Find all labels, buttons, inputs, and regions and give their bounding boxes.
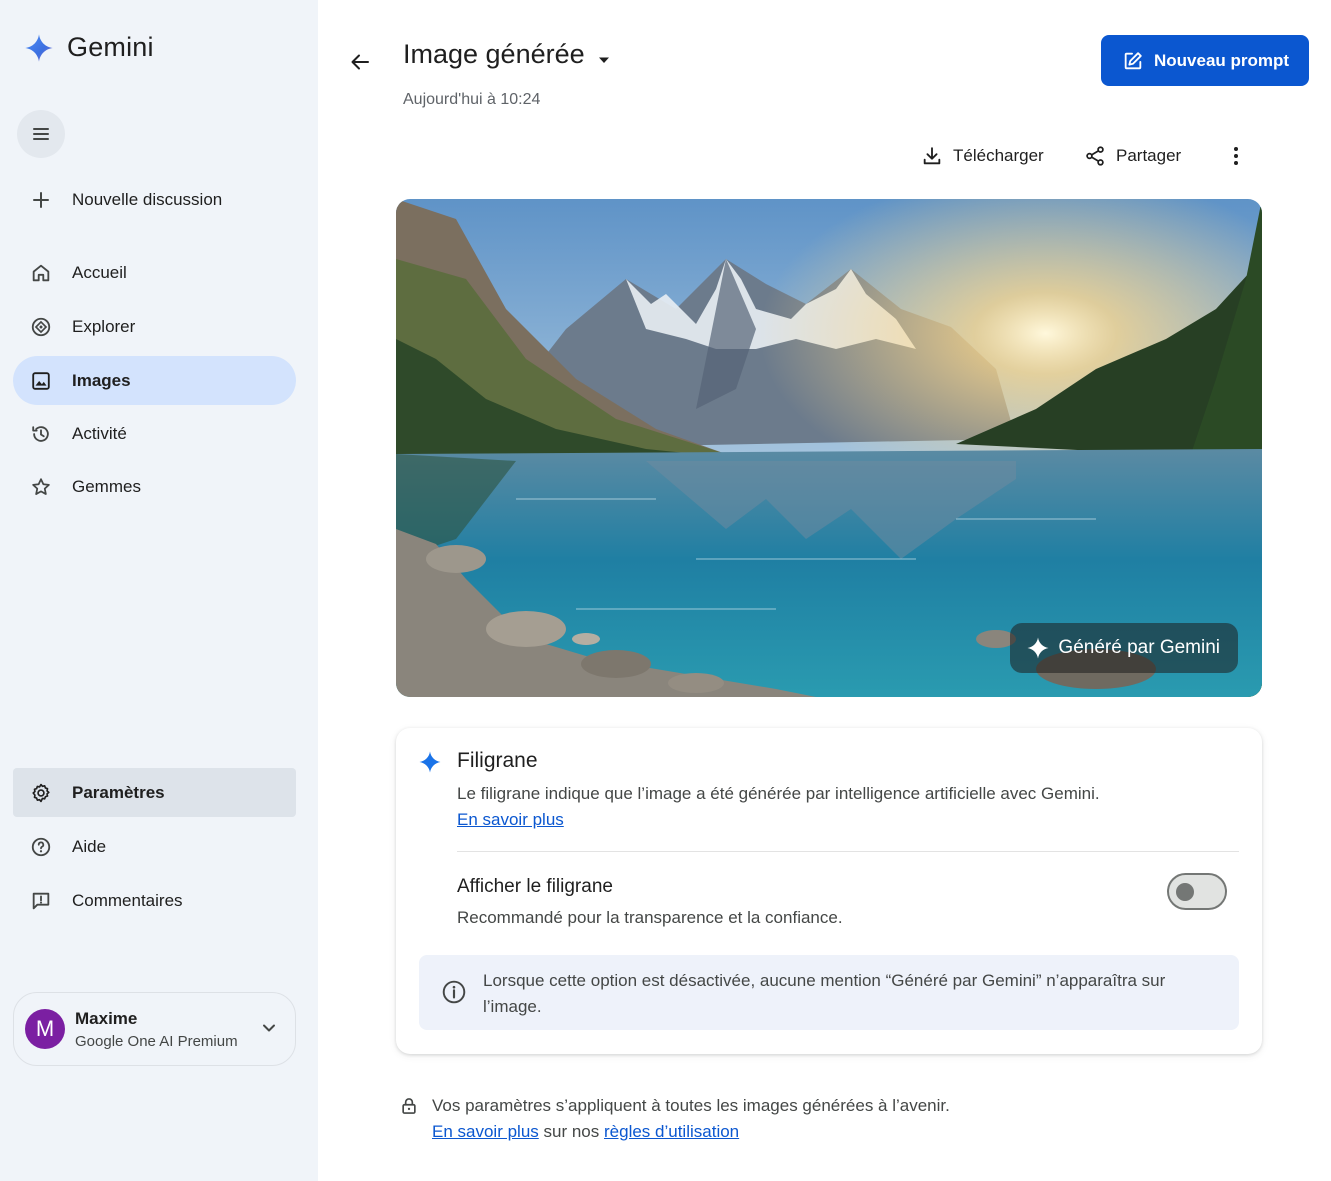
more-vert-icon [1234, 147, 1238, 165]
generated-badge: Généré par Gemini [1010, 623, 1238, 673]
feedback-icon [29, 889, 53, 913]
account-switcher[interactable]: M Maxime Google One AI Premium [13, 992, 296, 1066]
watermark-card: Filigrane Le filigrane indique que l’ima… [396, 728, 1262, 1054]
info-text: Lorsque cette option est désactivée, auc… [483, 971, 1166, 1016]
sidebar-item-label: Gemmes [72, 476, 141, 496]
more-options-button[interactable] [1222, 140, 1250, 172]
divider [457, 851, 1239, 852]
page-title: Image générée [403, 39, 585, 69]
history-icon [29, 422, 53, 446]
lock-icon [402, 1098, 416, 1114]
sidebar-item-images[interactable]: Images [13, 356, 296, 405]
footer-links: En savoir plus sur nos règles d’utilisat… [432, 1122, 739, 1142]
sidebar-item-label: Accueil [72, 262, 127, 282]
sidebar-item-label: Commentaires [72, 890, 183, 910]
sidebar-item-settings[interactable]: Paramètres [13, 768, 296, 817]
sidebar-item-feedback[interactable]: Commentaires [13, 876, 296, 925]
sidebar-item-gems[interactable]: Gemmes [13, 462, 296, 511]
brand[interactable]: Gemini [24, 32, 154, 63]
avatar: M [25, 1009, 65, 1049]
explore-icon [29, 315, 53, 339]
image-icon [29, 369, 53, 393]
sidebar-item-explore[interactable]: Explorer [13, 302, 296, 351]
toggle-knob [1176, 883, 1194, 901]
info-icon [442, 980, 466, 1004]
new-chat-button[interactable]: Nouvelle discussion [13, 175, 296, 224]
share-icon [1086, 146, 1104, 166]
footer-note: Vos paramètres s’appliquent à toutes les… [432, 1096, 950, 1115]
gemini-logo-icon [25, 33, 53, 62]
share-button[interactable]: Partager [1084, 140, 1181, 172]
edit-icon [1124, 51, 1142, 69]
sidebar-item-label: Activité [72, 423, 127, 443]
new-prompt-button[interactable]: Nouveau prompt [1101, 35, 1309, 86]
sidebar: Gemini Nouvelle discussion Accueil Explo… [0, 0, 318, 1181]
help-icon [29, 835, 53, 859]
learn-more-link[interactable]: En savoir plus [457, 810, 564, 830]
title-dropdown-button[interactable] [592, 48, 616, 72]
info-banner: Lorsque cette option est désactivée, auc… [419, 955, 1239, 1030]
show-watermark-description: Recommandé pour la transparence et la co… [457, 908, 843, 927]
menu-button[interactable] [17, 110, 65, 158]
usage-policy-link[interactable]: règles d’utilisation [604, 1122, 739, 1141]
gear-icon [29, 781, 53, 805]
download-icon [923, 147, 941, 165]
watermark-description: Le filigrane indique que l’image a été g… [457, 784, 1100, 803]
star-icon [29, 475, 53, 499]
footer-learn-more-link[interactable]: En savoir plus [432, 1122, 539, 1141]
caret-down-icon [599, 57, 609, 63]
download-label: Télécharger [953, 146, 1044, 165]
generated-image[interactable]: Généré par Gemini [396, 199, 1262, 697]
watermark-title: Filigrane [457, 749, 538, 772]
arrow-left-icon [351, 54, 369, 70]
download-button[interactable]: Télécharger [921, 140, 1044, 172]
sparkle-icon [1027, 637, 1049, 659]
timestamp: Aujourd'hui à 10:24 [403, 91, 541, 108]
account-name: Maxime [75, 1008, 138, 1028]
sidebar-item-help[interactable]: Aide [13, 822, 296, 871]
back-button[interactable] [342, 44, 378, 80]
sidebar-item-label: Paramètres [72, 782, 165, 802]
sidebar-item-activity[interactable]: Activité [13, 409, 296, 458]
generated-badge-label: Généré par Gemini [1058, 637, 1220, 658]
new-chat-label: Nouvelle discussion [72, 189, 223, 209]
show-watermark-toggle[interactable] [1167, 873, 1227, 910]
plus-icon [29, 188, 53, 212]
sidebar-item-label: Explorer [72, 316, 136, 336]
footer-mid-text: sur nos [543, 1122, 600, 1141]
chevron-down-icon [263, 1024, 275, 1032]
new-prompt-label: Nouveau prompt [1154, 50, 1290, 70]
brand-name: Gemini [67, 32, 154, 62]
menu-icon [33, 128, 49, 140]
sidebar-item-home[interactable]: Accueil [13, 248, 296, 297]
gemini-sparkle-icon [419, 751, 441, 773]
sidebar-item-label: Images [72, 370, 131, 390]
show-watermark-label: Afficher le filigrane [457, 876, 613, 897]
sidebar-item-label: Aide [72, 836, 107, 856]
home-icon [29, 261, 53, 285]
account-plan: Google One AI Premium [75, 1032, 238, 1050]
share-label: Partager [1116, 146, 1182, 165]
